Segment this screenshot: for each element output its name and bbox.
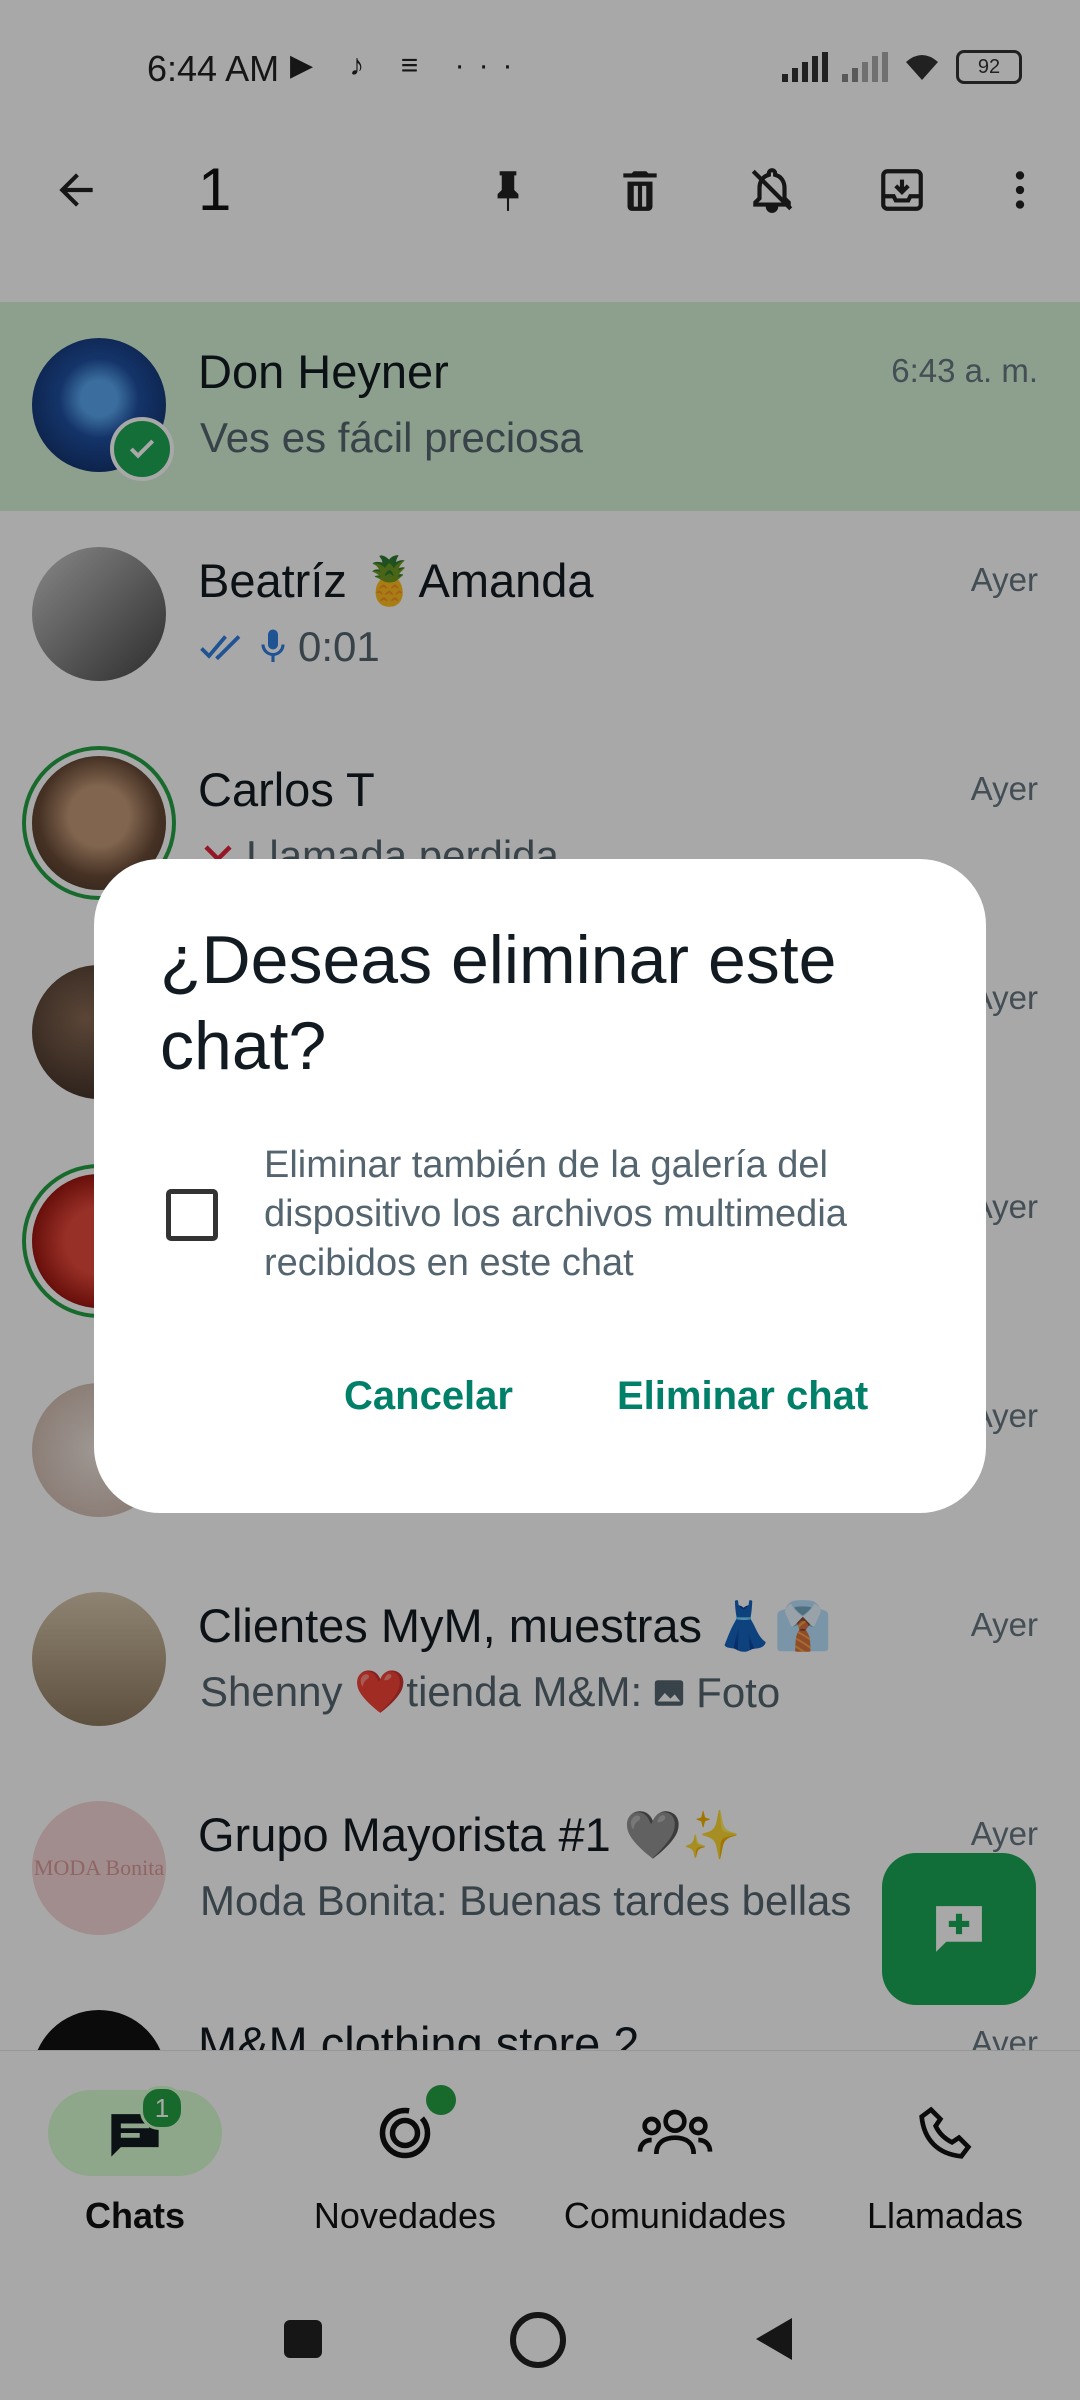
cancel-button[interactable]: Cancelar bbox=[344, 1374, 513, 1419]
dialog-title: ¿Deseas eliminar este chat? bbox=[160, 922, 837, 1084]
delete-media-checkbox[interactable] bbox=[166, 1189, 218, 1241]
delete-chat-button[interactable]: Eliminar chat bbox=[617, 1374, 868, 1419]
delete-chat-dialog: ¿Deseas eliminar este chat? Eliminar tam… bbox=[94, 859, 986, 1513]
delete-media-checkbox-label[interactable]: Eliminar también de la galería del dispo… bbox=[264, 1141, 914, 1288]
